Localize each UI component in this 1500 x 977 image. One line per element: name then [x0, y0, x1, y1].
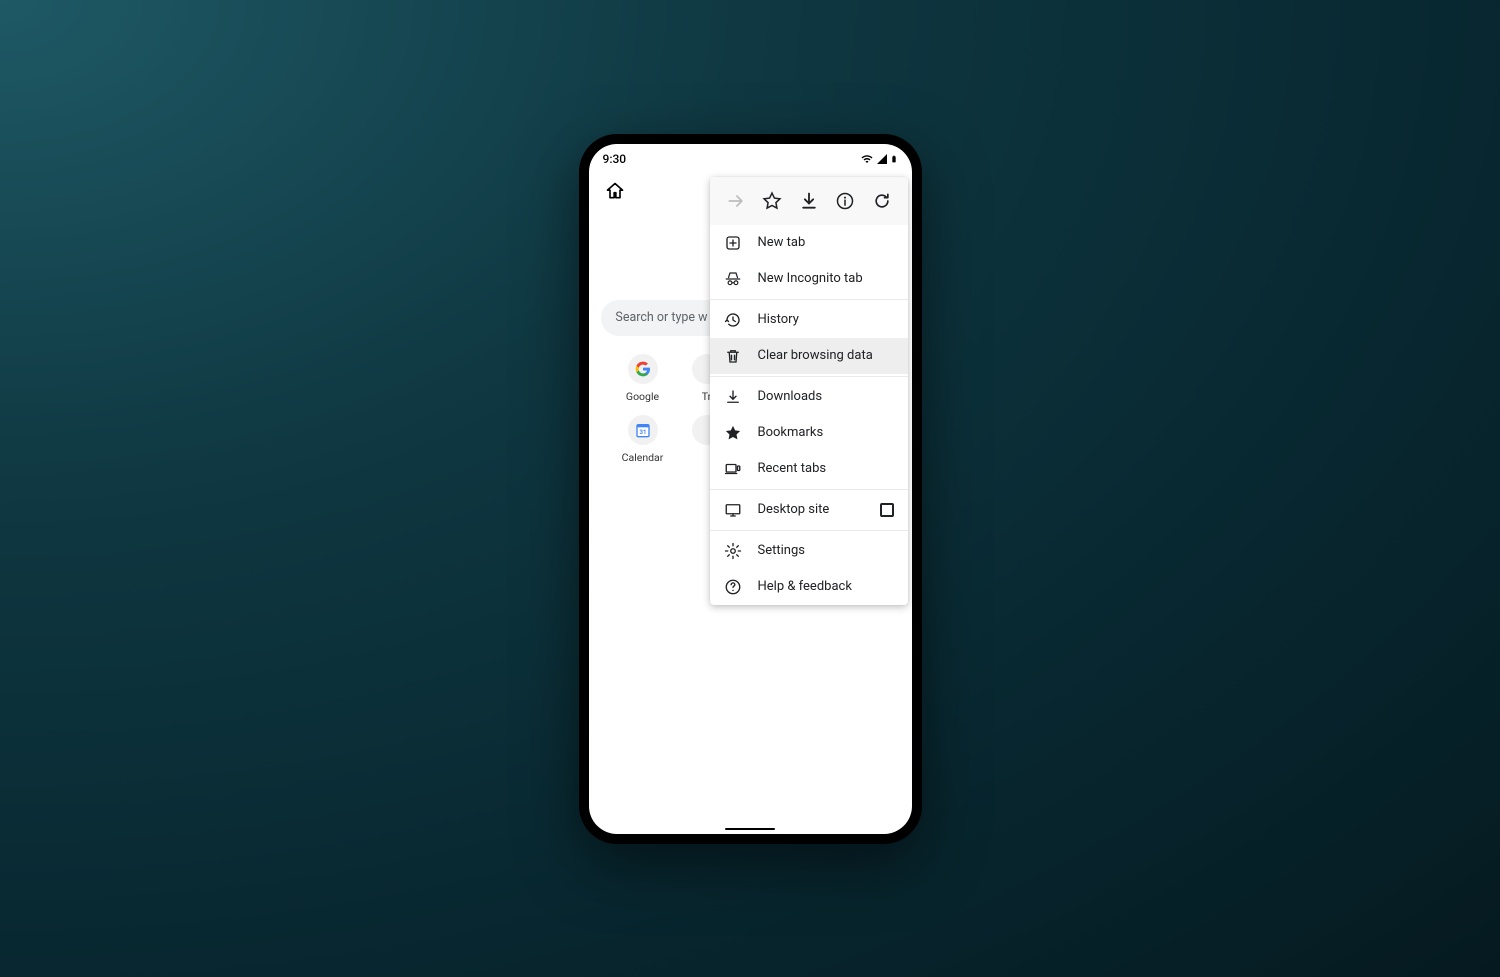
menu-item-label: Clear browsing data	[758, 348, 894, 363]
phone-frame: 9:30 Search o	[579, 134, 922, 844]
calendar-icon: 31	[635, 422, 651, 438]
shortcut-label: Google	[626, 390, 659, 403]
shortcut-label: Calendar	[622, 451, 664, 464]
history-icon	[724, 311, 742, 329]
menu-divider	[710, 530, 908, 531]
menu-item-help[interactable]: Help & feedback	[710, 569, 908, 605]
menu-divider	[710, 299, 908, 300]
menu-item-label: Downloads	[758, 389, 894, 404]
menu-item-history[interactable]: History	[710, 302, 908, 338]
menu-item-label: Desktop site	[758, 502, 864, 517]
shortcut-calendar[interactable]: 31 Calendar	[611, 415, 675, 464]
bookmark-button[interactable]	[756, 185, 788, 217]
forward-button[interactable]	[720, 185, 752, 217]
signal-icon	[875, 153, 889, 165]
status-time: 9:30	[603, 152, 627, 166]
forward-arrow-icon	[726, 191, 746, 211]
desktop-site-checkbox[interactable]	[880, 503, 894, 517]
info-button[interactable]	[829, 185, 861, 217]
menu-item-label: Help & feedback	[758, 579, 894, 594]
menu-item-label: Bookmarks	[758, 425, 894, 440]
downloads-icon	[724, 388, 742, 406]
menu-toolbar	[710, 177, 908, 225]
wifi-icon	[860, 153, 874, 165]
menu-item-clear-browsing-data[interactable]: Clear browsing data	[710, 338, 908, 374]
new-tab-icon	[724, 234, 742, 252]
overflow-menu: New tab New Incognito tab History Clear …	[710, 177, 908, 605]
battery-icon	[890, 153, 898, 165]
menu-item-new-incognito[interactable]: New Incognito tab	[710, 261, 908, 297]
menu-item-label: New tab	[758, 235, 894, 250]
reload-button[interactable]	[866, 185, 898, 217]
menu-item-new-tab[interactable]: New tab	[710, 225, 908, 261]
menu-item-label: New Incognito tab	[758, 271, 894, 286]
phone-screen: 9:30 Search o	[589, 144, 912, 834]
menu-item-downloads[interactable]: Downloads	[710, 379, 908, 415]
menu-item-label: Settings	[758, 543, 894, 558]
menu-divider	[710, 376, 908, 377]
svg-text:31: 31	[639, 429, 646, 436]
search-placeholder: Search or type w	[615, 310, 707, 325]
help-icon	[724, 578, 742, 596]
shortcut-google[interactable]: Google	[611, 354, 675, 403]
download-icon	[799, 191, 819, 211]
recent-tabs-icon	[724, 460, 742, 478]
menu-item-bookmarks[interactable]: Bookmarks	[710, 415, 908, 451]
home-button[interactable]	[597, 173, 633, 209]
menu-item-label: History	[758, 312, 894, 327]
gesture-nav-bar[interactable]	[725, 828, 775, 830]
google-g-icon	[635, 361, 651, 377]
status-icons	[860, 153, 898, 165]
desktop-icon	[724, 501, 742, 519]
menu-item-settings[interactable]: Settings	[710, 533, 908, 569]
download-button[interactable]	[793, 185, 825, 217]
home-icon	[605, 181, 625, 201]
menu-divider	[710, 489, 908, 490]
star-filled-icon	[724, 424, 742, 442]
reload-icon	[872, 191, 892, 211]
menu-item-desktop-site[interactable]: Desktop site	[710, 492, 908, 528]
info-icon	[835, 191, 855, 211]
trash-icon	[724, 347, 742, 365]
incognito-icon	[724, 270, 742, 288]
status-bar: 9:30	[589, 144, 912, 170]
gear-icon	[724, 542, 742, 560]
menu-item-recent-tabs[interactable]: Recent tabs	[710, 451, 908, 487]
menu-item-label: Recent tabs	[758, 461, 894, 476]
star-outline-icon	[762, 191, 782, 211]
